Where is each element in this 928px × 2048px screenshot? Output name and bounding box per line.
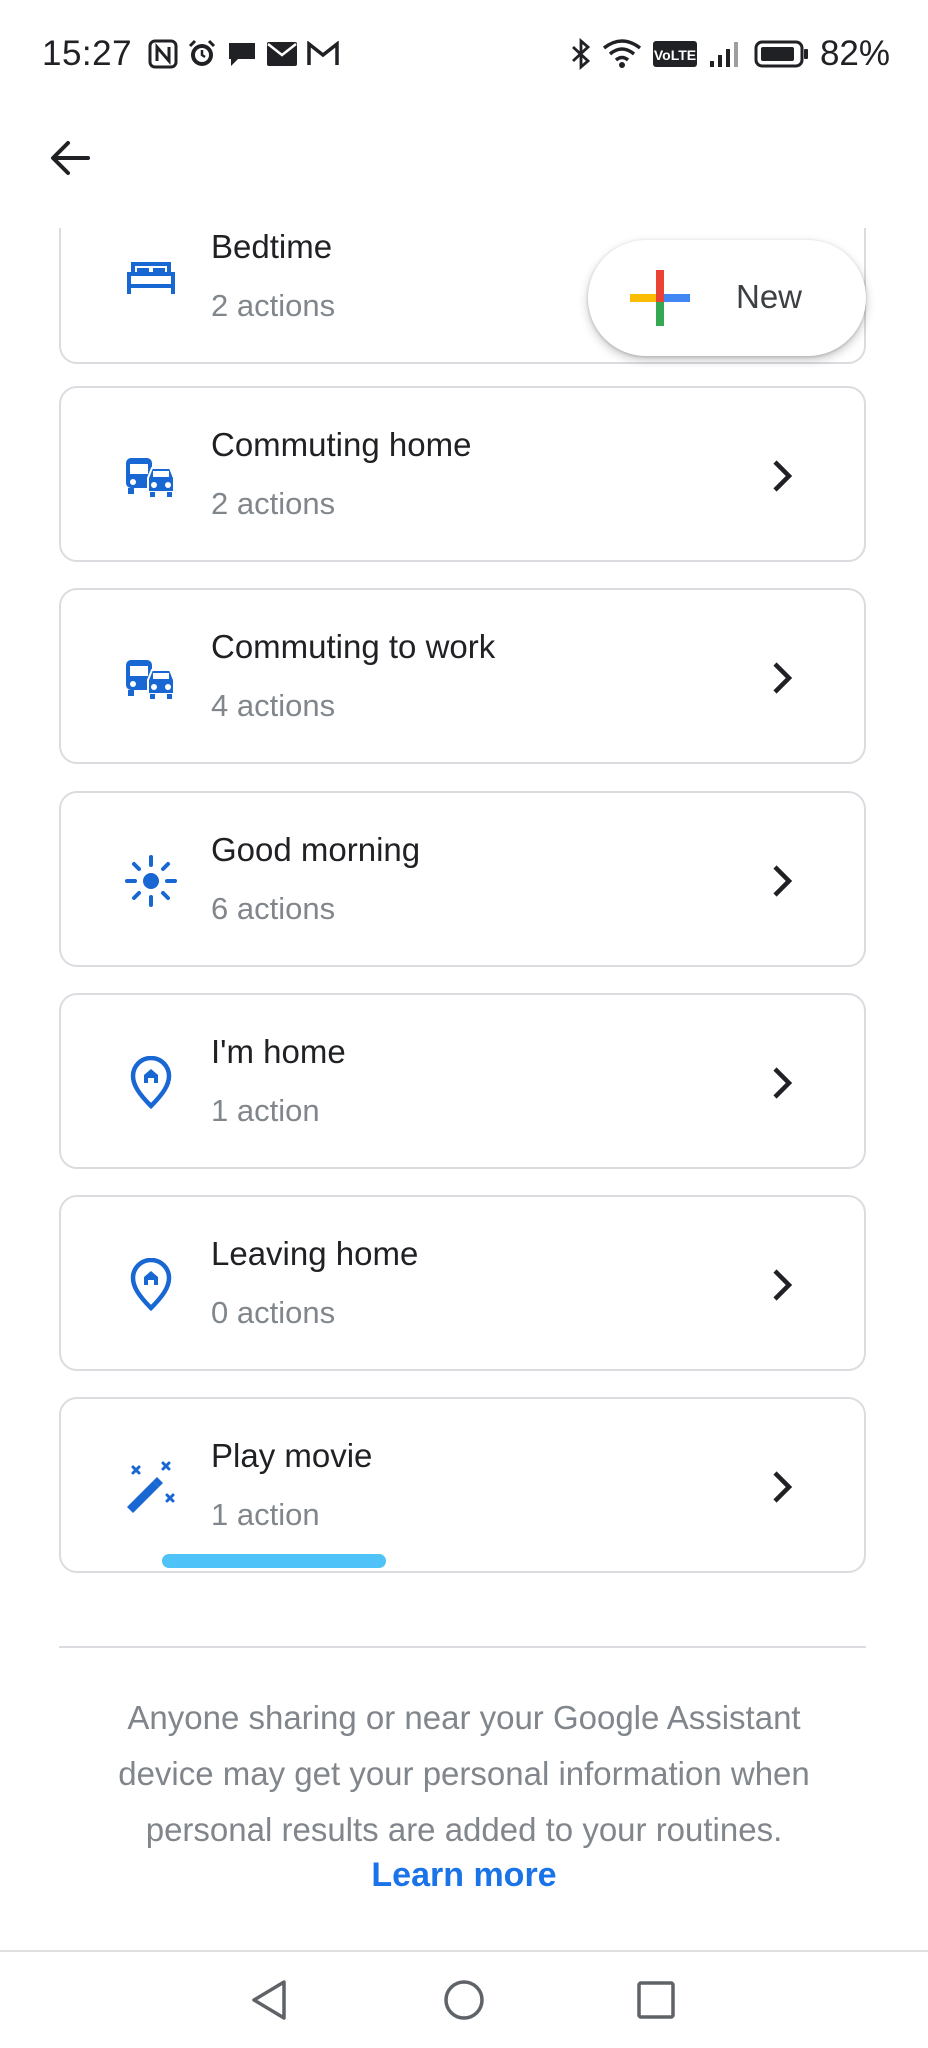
- routine-title: Good morning: [211, 831, 421, 868]
- sun-icon: [123, 853, 179, 909]
- routine-title: Commuting home: [211, 426, 472, 463]
- chevron-right-icon: [762, 1265, 802, 1305]
- system-navigation-bar: [0, 1950, 928, 2048]
- chevron-right-icon: [762, 456, 802, 496]
- status-bar: 15:27 VoLTE 82%: [0, 0, 928, 110]
- gmail-icon: [306, 41, 340, 67]
- commute-icon: [123, 448, 179, 504]
- recents-square-icon: [634, 1978, 678, 2027]
- back-triangle-icon: [248, 1978, 292, 2027]
- chevron-right-icon: [762, 1467, 802, 1507]
- battery-percent: 82%: [819, 34, 890, 73]
- wifi-icon: [602, 38, 642, 70]
- routine-card-commuting-to-work[interactable]: Commuting to work 4 actions: [59, 588, 866, 764]
- home-pin-icon: [123, 1257, 179, 1313]
- status-time: 15:27: [42, 34, 133, 73]
- privacy-notice-line: personal results are added to your routi…: [145, 1811, 783, 1848]
- divider: [59, 1646, 866, 1648]
- privacy-notice: Anyone sharing or near your Google Assis…: [40, 1690, 888, 1858]
- nav-back-button[interactable]: [242, 1974, 298, 2030]
- routine-subtitle: 0 actions: [211, 1295, 336, 1330]
- routine-title: I'm home: [211, 1033, 346, 1070]
- mail-icon: [266, 41, 298, 67]
- routine-title: Play movie: [211, 1437, 373, 1474]
- volte-label: VoLTE: [654, 47, 696, 63]
- volte-icon: VoLTE: [652, 39, 698, 69]
- routine-subtitle: 1 action: [211, 1497, 320, 1532]
- routine-subtitle: 6 actions: [211, 891, 336, 926]
- bluetooth-icon: [570, 38, 592, 70]
- routine-card-commuting-home[interactable]: Commuting home 2 actions: [59, 386, 866, 562]
- new-routine-label: New: [736, 278, 803, 315]
- signal-icon: [708, 39, 744, 69]
- commute-icon: [123, 650, 179, 706]
- new-routine-button[interactable]: New: [588, 240, 866, 356]
- routine-title: Bedtime: [211, 228, 333, 265]
- home-pin-icon: [123, 1055, 179, 1111]
- routine-subtitle: 2 actions: [211, 288, 336, 323]
- routine-card-leaving-home[interactable]: Leaving home 0 actions: [59, 1195, 866, 1371]
- nav-recents-button[interactable]: [628, 1974, 684, 2030]
- battery-icon: [754, 38, 810, 70]
- back-button[interactable]: [40, 130, 100, 190]
- routine-subtitle: 4 actions: [211, 688, 336, 723]
- nav-home-button[interactable]: [436, 1974, 492, 2030]
- chat-icon: [226, 39, 258, 69]
- routine-card-im-home[interactable]: I'm home 1 action: [59, 993, 866, 1169]
- notification-icons: [148, 38, 340, 70]
- routine-title: Commuting to work: [211, 628, 496, 665]
- system-status: VoLTE 82%: [570, 34, 890, 74]
- home-circle-icon: [442, 1978, 486, 2027]
- google-plus-icon: [630, 268, 690, 328]
- privacy-notice-line: Anyone sharing or near your Google Assis…: [127, 1699, 801, 1736]
- routine-title: Leaving home: [211, 1235, 419, 1272]
- arrow-back-icon: [48, 136, 92, 185]
- routine-subtitle: 2 actions: [211, 486, 336, 521]
- nfc-icon: [148, 39, 178, 69]
- magic-wand-icon: [123, 1459, 179, 1515]
- privacy-notice-line: device may get your personal information…: [118, 1755, 810, 1792]
- routine-subtitle: 1 action: [211, 1093, 320, 1128]
- chevron-right-icon: [762, 658, 802, 698]
- alarm-icon: [186, 38, 218, 70]
- bed-icon: [123, 250, 179, 306]
- chevron-right-icon: [762, 1063, 802, 1103]
- routine-card-good-morning[interactable]: Good morning 6 actions: [59, 791, 866, 967]
- touch-indicator: [162, 1554, 386, 1568]
- learn-more-link[interactable]: Learn more: [0, 1856, 928, 1895]
- chevron-right-icon: [762, 861, 802, 901]
- routine-card-play-movie[interactable]: Play movie 1 action: [59, 1397, 866, 1573]
